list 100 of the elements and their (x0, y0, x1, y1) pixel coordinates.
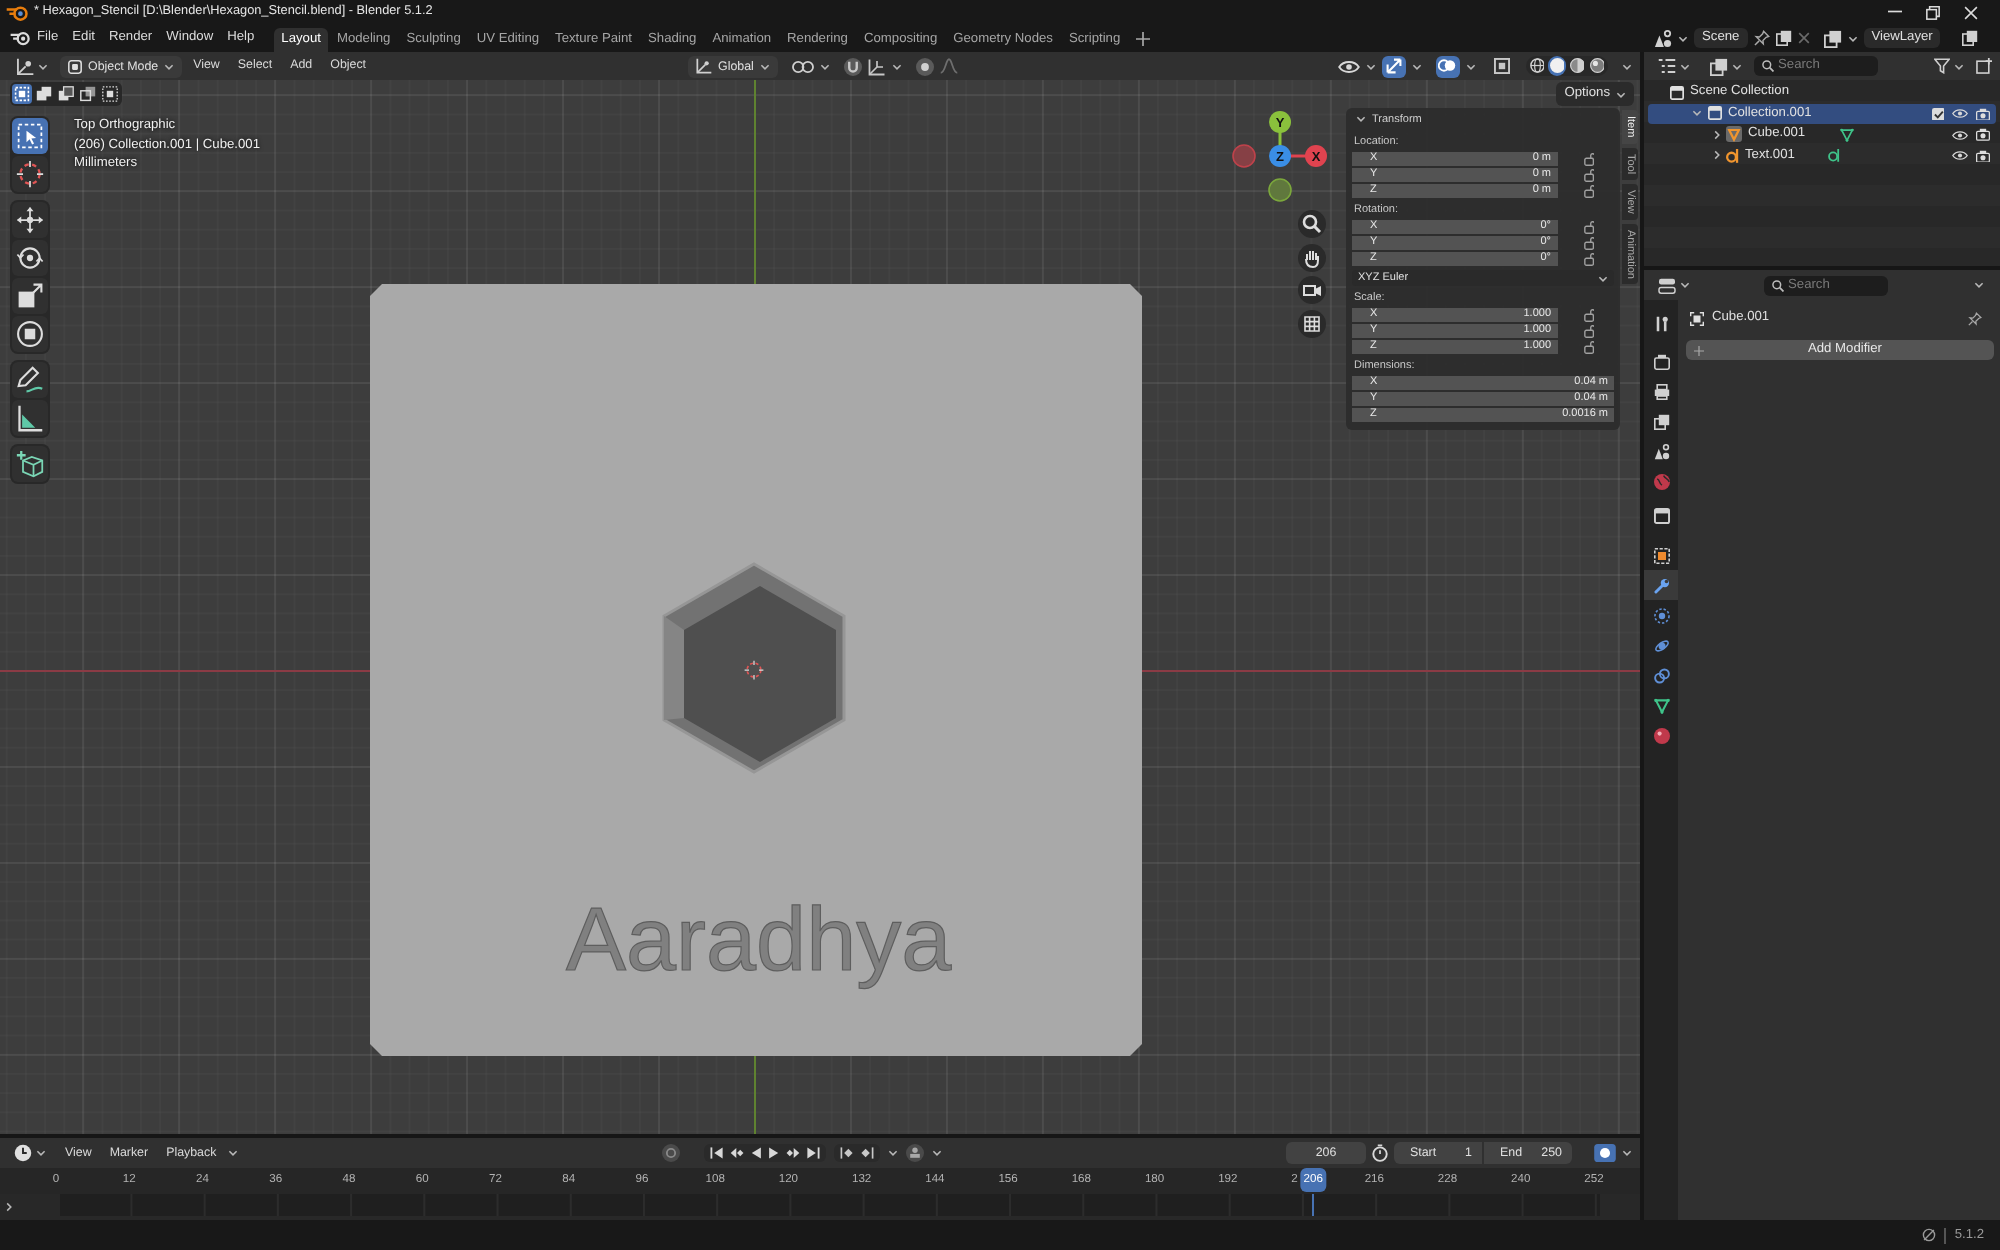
lock-icon[interactable] (1583, 308, 1594, 322)
caret-icon[interactable] (1680, 63, 1690, 69)
caret-icon[interactable] (932, 1150, 942, 1156)
eye-icon[interactable] (1952, 129, 1968, 140)
caret-icon[interactable] (1847, 35, 1858, 41)
caret-icon[interactable] (1680, 282, 1690, 288)
shading-button[interactable] (1547, 56, 1566, 76)
eye-icon[interactable] (1952, 108, 1968, 119)
copy-icon[interactable] (1962, 30, 1979, 46)
zoom-icon[interactable] (1298, 210, 1326, 238)
slashed-circle-icon[interactable] (1922, 1228, 1937, 1242)
dot-tile-icon[interactable] (1594, 1144, 1616, 1162)
scene-icon[interactable] (1654, 29, 1672, 47)
shading-button[interactable] (1567, 56, 1586, 76)
layers-icon[interactable] (1710, 57, 1728, 75)
rings-icon[interactable] (791, 59, 814, 73)
shading-button[interactable] (1587, 56, 1606, 76)
snap-grid-icon[interactable] (867, 57, 886, 75)
camera-icon[interactable] (1298, 276, 1326, 304)
caret-icon[interactable] (1622, 1150, 1632, 1156)
caret-icon[interactable] (1714, 129, 1720, 140)
tool-button[interactable] (12, 316, 48, 352)
select-mode-button[interactable] (100, 84, 120, 104)
caret-icon[interactable] (1714, 150, 1720, 161)
axis-handle[interactable] (1305, 145, 1327, 167)
minimize-icon[interactable] (1888, 10, 1902, 14)
new-collection-icon[interactable] (1976, 58, 1992, 74)
logo-icon[interactable] (10, 30, 30, 46)
caret-icon[interactable] (1954, 63, 1964, 69)
stamp-icon[interactable] (906, 1144, 924, 1162)
axis-handle[interactable] (1269, 111, 1291, 133)
caret-icon[interactable] (1974, 282, 1984, 288)
list-icon[interactable] (1658, 58, 1676, 74)
checkbox-icon[interactable] (1931, 107, 1944, 120)
play-reverse-icon[interactable] (750, 1146, 762, 1160)
magnet-icon[interactable] (843, 57, 862, 75)
pin-icon[interactable] (1968, 311, 1982, 325)
clock-icon[interactable] (14, 1144, 32, 1162)
lock-icon[interactable] (1583, 324, 1594, 338)
caret-icon[interactable] (1732, 63, 1742, 69)
tool-button[interactable] (12, 362, 48, 398)
select-mode-button[interactable] (56, 84, 76, 104)
dot-ring-icon[interactable] (915, 57, 934, 75)
camera-icon[interactable] (1976, 107, 1990, 120)
filter-icon[interactable] (1934, 58, 1950, 74)
axis-handle[interactable] (1269, 145, 1291, 167)
tool-button[interactable] (12, 278, 48, 314)
playhead-line[interactable] (1311, 1194, 1315, 1216)
caret-icon[interactable] (36, 1150, 46, 1156)
lock-icon[interactable] (1583, 152, 1594, 166)
restore-icon[interactable] (1926, 5, 1940, 19)
select-mode-button[interactable] (78, 84, 98, 104)
caret-icon[interactable] (1692, 110, 1702, 117)
shading-button[interactable] (1527, 56, 1546, 76)
previous-keyframe-icon[interactable] (730, 1146, 744, 1160)
caret-icon[interactable] (227, 1150, 238, 1156)
lock-icon[interactable] (1583, 236, 1594, 250)
lock-icon[interactable] (1583, 220, 1594, 234)
jump-start-icon[interactable] (710, 1146, 724, 1160)
properties-editor-icon[interactable] (1658, 277, 1676, 293)
next-keyframe-icon[interactable] (786, 1146, 800, 1160)
lock-icon[interactable] (1583, 252, 1594, 266)
tool-button[interactable] (12, 118, 48, 154)
caret-icon[interactable] (1465, 63, 1475, 69)
expand-icon[interactable] (6, 1202, 12, 1212)
jump-end-icon[interactable] (806, 1146, 820, 1160)
select-mode-button[interactable] (34, 84, 54, 104)
keyframe-back-icon[interactable] (840, 1146, 854, 1160)
stopwatch-icon[interactable] (1372, 1144, 1388, 1162)
pin-icon[interactable] (1753, 30, 1770, 46)
caret-icon[interactable] (888, 1150, 898, 1156)
properties-tab[interactable] (1644, 570, 1678, 600)
tool-button[interactable] (12, 202, 48, 238)
caret-icon[interactable] (1622, 63, 1632, 69)
lock-icon[interactable] (1583, 340, 1594, 354)
caret-icon[interactable] (891, 63, 902, 69)
tool-button[interactable] (12, 156, 48, 192)
lock-icon[interactable] (1583, 184, 1594, 198)
caret-icon[interactable] (819, 63, 830, 69)
copy-icon[interactable] (1775, 30, 1792, 46)
eye-icon[interactable] (1952, 150, 1968, 161)
caret-icon[interactable] (1678, 35, 1688, 41)
eye-icon[interactable] (1337, 59, 1359, 73)
tool-button[interactable] (12, 400, 48, 436)
camera-icon[interactable] (1976, 149, 1990, 162)
caret-icon[interactable] (1411, 63, 1421, 69)
overlays-toggle[interactable] (1435, 55, 1459, 77)
axis-handle[interactable] (1268, 178, 1292, 202)
caret-icon[interactable] (38, 63, 48, 69)
letter-icon[interactable] (1828, 148, 1841, 163)
gizmos-toggle[interactable] (1381, 55, 1405, 77)
lock-icon[interactable] (1583, 168, 1594, 182)
record-icon[interactable] (662, 1144, 680, 1162)
camera-icon[interactable] (1976, 128, 1990, 141)
axis-handle[interactable] (1232, 144, 1256, 168)
grid-icon[interactable] (1298, 309, 1326, 337)
mesh-data-icon[interactable] (1839, 127, 1854, 142)
keyframe-forward-icon[interactable] (860, 1146, 874, 1160)
play-icon[interactable] (768, 1146, 780, 1160)
xray-toggle[interactable] (1489, 55, 1513, 77)
